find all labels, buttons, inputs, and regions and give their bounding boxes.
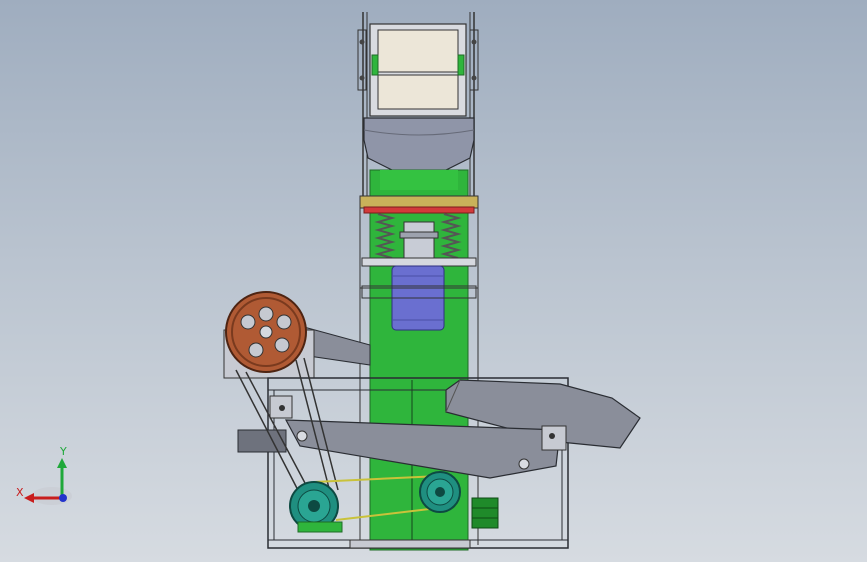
screen-clip-right — [457, 54, 465, 76]
pivot-pin-left — [296, 430, 308, 442]
pulley-hub — [259, 325, 273, 339]
screen-clip-left — [371, 54, 379, 76]
triad-z-axis — [59, 494, 67, 502]
cad-viewport[interactable]: Y X — [0, 0, 867, 562]
drive-pulley — [225, 291, 307, 373]
screen-panel-lower — [377, 74, 459, 110]
triad-x-label: X — [16, 486, 24, 499]
red-flange — [363, 206, 475, 214]
vibrator-plate — [359, 195, 479, 209]
pivot-pin-right — [518, 458, 530, 470]
orientation-triad: Y X — [16, 445, 72, 505]
hopper — [363, 117, 475, 173]
lower-pulley-right — [419, 471, 461, 513]
triad-y-label: Y — [59, 445, 67, 458]
small-motor — [471, 497, 499, 529]
lower-pulley-left — [289, 481, 343, 533]
screen-panel-upper — [377, 29, 459, 73]
machine-drawing: Y X — [16, 12, 641, 551]
coupling — [403, 221, 435, 259]
